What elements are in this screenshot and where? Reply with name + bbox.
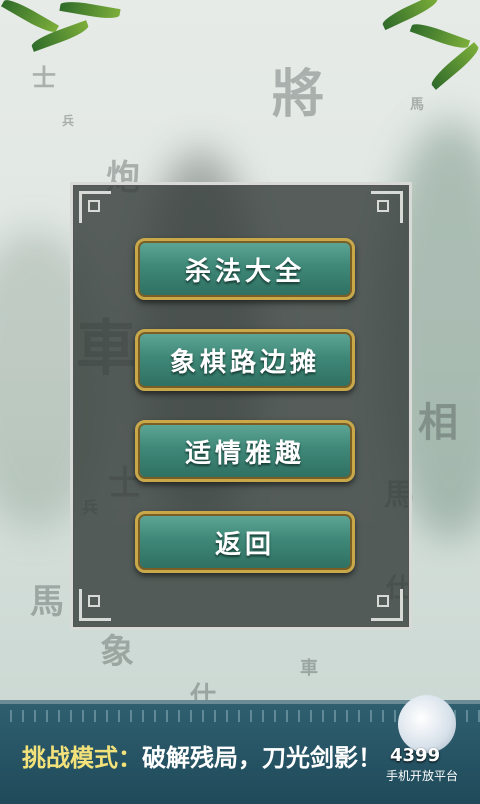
bamboo-leaf-icon <box>409 20 471 52</box>
bg-piece-char: 相 <box>418 399 458 446</box>
bg-piece-char: 將 <box>272 64 325 125</box>
corner-ornament <box>371 191 403 223</box>
platform-badge[interactable]: 4399 手机开放平台 <box>386 695 472 795</box>
bamboo-leaf-icon <box>59 0 121 22</box>
bg-piece-char: 馬 <box>30 582 64 622</box>
bg-piece-char: 象 <box>100 632 134 672</box>
corner-ornament <box>79 589 111 621</box>
corner-ornament <box>371 589 403 621</box>
challenge-ticker: 挑战模式：破解残局，刀光剑影！ <box>22 738 402 773</box>
street-chess-button[interactable]: 象棋路边摊 <box>135 329 355 391</box>
bg-piece-char: 兵 <box>62 114 75 128</box>
bamboo-leaf-icon <box>1 0 59 37</box>
ticker-label: 挑战模式： <box>22 744 142 772</box>
bamboo-leaf-icon <box>428 42 480 90</box>
back-button[interactable]: 返回 <box>135 511 355 573</box>
ticker-message: 破解残局，刀光剑影！ <box>142 744 382 772</box>
bamboo-leaf-icon <box>380 0 440 31</box>
main-menu-panel: 杀法大全 象棋路边摊 适情雅趣 返回 <box>70 182 412 630</box>
shiqing-yaqu-button[interactable]: 适情雅趣 <box>135 420 355 482</box>
platform-name: 手机开放平台 <box>386 769 459 783</box>
corner-ornament <box>79 191 111 223</box>
bg-piece-char: 車 <box>300 658 318 679</box>
bg-piece-char: 士 <box>32 63 56 92</box>
bg-piece-char: 馬 <box>410 97 424 113</box>
kill-methods-button[interactable]: 杀法大全 <box>135 238 355 300</box>
platform-number: 4399 <box>390 745 441 766</box>
